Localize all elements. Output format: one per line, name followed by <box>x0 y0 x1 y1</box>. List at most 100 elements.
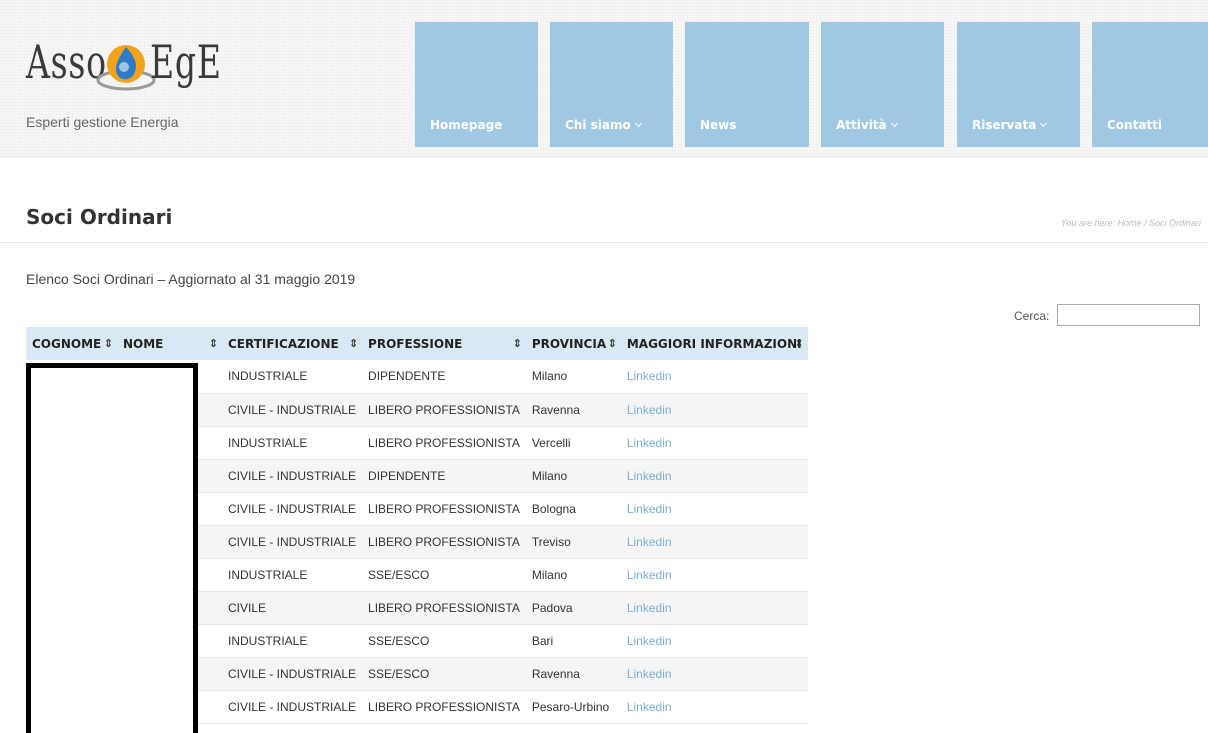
cell-linkedin: Linkedin <box>620 426 808 460</box>
page-title: Soci Ordinari <box>26 205 173 229</box>
search-label: Cerca: <box>1014 309 1050 323</box>
nav-item-attivita[interactable]: Attività <box>821 22 944 147</box>
table-header-row: COGNOME ⇕ NOME ⇕ CERTIFICAZIONE ⇕ PROFESSIO… <box>26 327 808 360</box>
cell-professione: LIBERO PROFESSIONISTA <box>362 393 526 427</box>
nav-label: Homepage <box>430 118 503 132</box>
cell-certificazione: CIVILE <box>222 591 363 625</box>
linkedin-link[interactable]: Linkedin <box>627 700 672 714</box>
logo-word-left: Asso <box>26 35 107 89</box>
column-header-label: MAGGIORI INFORMAZIONI <box>626 336 802 351</box>
chevron-down-icon <box>1040 119 1048 128</box>
cell-certificazione: CIVILE - INDUSTRIALE <box>222 492 363 526</box>
cell-linkedin: Linkedin <box>620 393 808 427</box>
nav-item-news[interactable]: News <box>685 22 809 147</box>
logo-word-right: EgE <box>150 35 222 89</box>
redaction-box <box>26 363 198 733</box>
cell-provincia: Pesaro-Urbino <box>525 690 621 724</box>
cell-linkedin: Linkedin <box>620 525 808 559</box>
search-input[interactable] <box>1057 304 1200 326</box>
column-header-nome[interactable]: NOME ⇕ <box>117 327 222 360</box>
cell-professione: SSE/ESCO <box>362 624 526 658</box>
linkedin-link[interactable]: Linkedin <box>627 667 672 681</box>
breadcrumb[interactable]: You are here: Home / Soci Ordinari <box>1061 218 1201 228</box>
cell-provincia: Bologna <box>525 492 621 526</box>
nav-label: Contatti <box>1107 118 1163 132</box>
sort-icon: ⇕ <box>512 337 522 350</box>
cell-linkedin: Linkedin <box>620 624 808 658</box>
cell-certificazione: INDUSTRIALE <box>222 426 363 460</box>
cell-certificazione: CIVILE - INDUSTRIALE <box>222 657 363 691</box>
cell-provincia: Ravenna <box>525 657 621 691</box>
cell-professione: LIBERO PROFESSIONISTA <box>362 690 526 724</box>
chevron-down-icon <box>634 119 642 128</box>
nav-label: Attività <box>836 118 887 132</box>
cell-professione: LIBERO PROFESSIONISTA <box>362 525 526 559</box>
linkedin-link[interactable]: Linkedin <box>627 535 672 549</box>
intro-text: Elenco Soci Ordinari – Aggiornato al 31 … <box>26 271 356 287</box>
cell-certificazione: CIVILE - INDUSTRIALE <box>222 393 363 427</box>
cell-provincia: Vercelli <box>525 426 621 460</box>
column-header-label: PROVINCIA <box>531 336 607 351</box>
linkedin-link[interactable]: Linkedin <box>627 436 672 450</box>
page-title-bar: Soci Ordinari You are here: Home / Soci … <box>0 158 1208 243</box>
column-header-professione[interactable]: PROFESSIONE ⇕ <box>362 327 526 360</box>
site-logo[interactable]: Asso EgE Esperti gestione Energia <box>26 32 226 142</box>
column-header-label: COGNOME <box>32 336 102 351</box>
column-header-cognome[interactable]: COGNOME ⇕ <box>26 327 117 360</box>
linkedin-link[interactable]: Linkedin <box>627 502 672 516</box>
cell-provincia: Milano <box>525 558 621 592</box>
nav-item-contatti[interactable]: Contatti <box>1092 22 1208 147</box>
sort-icon: ⇕ <box>208 337 218 350</box>
cell-certificazione: CIVILE - INDUSTRIALE <box>222 525 363 559</box>
chevron-down-icon <box>890 119 898 128</box>
nav-item-riservata[interactable]: Riservata <box>957 22 1080 147</box>
cell-provincia: Milano <box>525 360 621 394</box>
linkedin-link[interactable]: Linkedin <box>627 634 672 648</box>
sort-icon: ⇕ <box>103 337 113 350</box>
column-header-label: CERTIFICAZIONE <box>228 336 339 351</box>
cell-linkedin: Linkedin <box>620 690 808 724</box>
sort-icon: ⇕ <box>348 337 359 350</box>
cell-linkedin: Linkedin <box>620 360 808 394</box>
cell-certificazione: CIVILE - INDUSTRIALE <box>222 459 363 493</box>
cell-certificazione: CIVILE - INDUSTRIALE <box>222 690 363 724</box>
linkedin-link[interactable]: Linkedin <box>627 369 672 383</box>
cell-professione: LIBERO PROFESSIONISTA <box>362 492 526 526</box>
cell-provincia: Milano <box>525 459 621 493</box>
linkedin-link[interactable]: Linkedin <box>627 403 672 417</box>
column-header-label: NOME <box>123 336 164 351</box>
column-header-label: PROFESSIONE <box>368 336 463 351</box>
cell-linkedin: Linkedin <box>620 591 808 625</box>
sort-icon: ⇕ <box>607 337 617 350</box>
cell-professione: LIBERO PROFESSIONISTA <box>362 426 526 460</box>
column-header-provincia[interactable]: PROVINCIA ⇕ <box>525 327 621 360</box>
cell-professione: DIPENDENTE <box>362 459 526 493</box>
nav-label: Chi siamo <box>565 118 631 132</box>
nav-label: Riservata <box>972 118 1037 132</box>
cell-professione: LIBERO PROFESSIONISTA <box>362 591 526 625</box>
logo-tagline: Esperti gestione Energia <box>26 114 179 130</box>
cell-linkedin: Linkedin <box>620 492 808 526</box>
cell-professione: DIPENDENTE <box>362 360 526 394</box>
cell-linkedin: Linkedin <box>620 459 808 493</box>
cell-professione: SSE/ESCO <box>362 657 526 691</box>
cell-provincia: Ravenna <box>525 393 621 427</box>
linkedin-link[interactable]: Linkedin <box>627 469 672 483</box>
linkedin-link[interactable]: Linkedin <box>627 601 672 615</box>
cell-provincia: Treviso <box>525 525 621 559</box>
nav-label: News <box>700 118 737 132</box>
sort-icon: ⇕ <box>794 337 804 350</box>
nav-item-homepage[interactable]: Homepage <box>415 22 538 147</box>
linkedin-link[interactable]: Linkedin <box>627 568 672 582</box>
cell-provincia: Bari <box>525 624 621 658</box>
cell-certificazione: INDUSTRIALE <box>222 558 363 592</box>
cell-professione: SSE/ESCO <box>362 558 526 592</box>
nav-item-chi-siamo[interactable]: Chi siamo <box>550 22 673 147</box>
column-header-certificazione[interactable]: CERTIFICAZIONE ⇕ <box>222 327 363 360</box>
cell-linkedin: Linkedin <box>620 657 808 691</box>
main-nav: Homepage Chi siamo News Attività Riserva… <box>415 22 1208 147</box>
cell-certificazione: INDUSTRIALE <box>222 360 363 394</box>
column-header-maggiori-informazioni[interactable]: MAGGIORI INFORMAZIONI ⇕ <box>620 327 808 360</box>
cell-certificazione: INDUSTRIALE <box>222 624 363 658</box>
logo-drop-icon <box>96 45 156 91</box>
